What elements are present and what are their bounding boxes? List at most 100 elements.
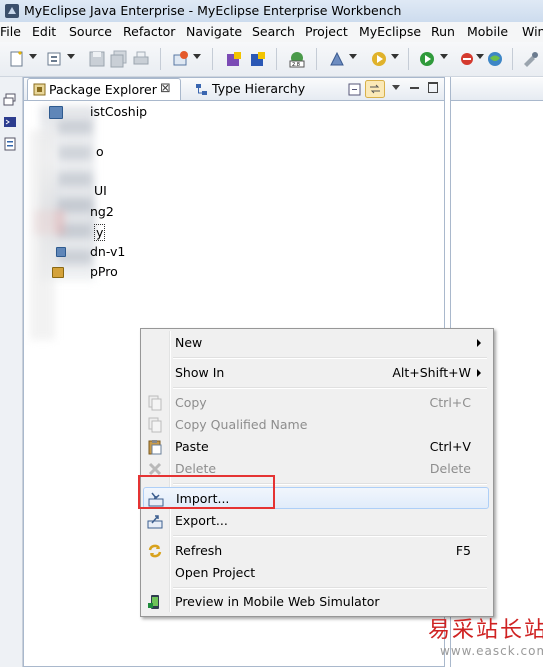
server-2-8-icon[interactable]: 2.8 bbox=[288, 50, 306, 68]
paste-icon bbox=[148, 440, 162, 455]
myeclipse-app-icon[interactable] bbox=[5, 4, 19, 18]
new-wizard-icon[interactable] bbox=[46, 50, 64, 68]
menu-item-accelerator: Ctrl+C bbox=[429, 395, 471, 410]
view-menu-arrow[interactable] bbox=[392, 85, 400, 90]
menu-item-label: Delete bbox=[175, 461, 217, 476]
menu-file[interactable]: File bbox=[0, 24, 21, 39]
menu-item-export[interactable]: Export... bbox=[143, 510, 489, 532]
project-folder-icon bbox=[52, 267, 64, 278]
menu-item-show-in[interactable]: Show In Alt+Shift+W bbox=[143, 362, 489, 384]
open-resource-icon[interactable] bbox=[249, 50, 267, 68]
tree-item[interactable]: ng2 bbox=[90, 204, 114, 219]
watermark: 易采站长站 www.easck.com bbox=[428, 612, 543, 658]
menu-item-copy[interactable]: Copy Ctrl+C bbox=[143, 392, 489, 414]
copy-icon bbox=[148, 395, 162, 411]
toolbar-separator bbox=[316, 48, 317, 70]
deploy-icon[interactable] bbox=[328, 50, 346, 68]
menu-item-refresh[interactable]: Refresh F5 bbox=[143, 540, 489, 562]
minimize-icon[interactable] bbox=[410, 87, 419, 89]
close-tab-icon[interactable]: ⊠ bbox=[160, 81, 171, 96]
menu-separator bbox=[173, 387, 487, 389]
tree-item[interactable]: istCoship bbox=[90, 104, 147, 119]
run-server-icon[interactable] bbox=[370, 50, 388, 68]
tree-item[interactable]: UI bbox=[94, 183, 107, 198]
blurred-region bbox=[30, 130, 55, 340]
console-icon[interactable] bbox=[3, 115, 17, 129]
debug-dropdown-arrow[interactable] bbox=[476, 54, 484, 59]
menu-item-label: Preview in Mobile Web Simulator bbox=[175, 594, 380, 609]
toolbar-separator bbox=[212, 48, 213, 70]
run-icon[interactable] bbox=[418, 50, 436, 68]
menu-item-label: Refresh bbox=[175, 543, 223, 558]
new-icon[interactable] bbox=[8, 50, 26, 68]
new-dropdown-arrow[interactable] bbox=[29, 54, 37, 59]
menu-item-open-project[interactable]: Open Project bbox=[143, 562, 489, 584]
context-menu: New Show In Alt+Shift+W Copy Ctrl+C Copy… bbox=[140, 328, 494, 617]
menu-item-label: Show In bbox=[175, 365, 225, 380]
watermark-url: www.easck.com bbox=[440, 644, 543, 658]
submenu-arrow-icon bbox=[477, 339, 481, 347]
restore-icon[interactable] bbox=[3, 93, 17, 107]
menu-source[interactable]: Source bbox=[69, 24, 112, 39]
menu-refactor[interactable]: Refactor bbox=[123, 24, 175, 39]
export-icon bbox=[147, 515, 163, 529]
menu-run[interactable]: Run bbox=[431, 24, 455, 39]
link-with-editor-icon[interactable] bbox=[365, 80, 385, 98]
tree-item[interactable]: dn-v1 bbox=[90, 244, 125, 259]
annotation-highlight-box bbox=[138, 475, 275, 509]
tree-item-selected[interactable]: y bbox=[94, 224, 106, 241]
menu-myeclipse[interactable]: MyEclipse bbox=[359, 24, 421, 39]
debug-icon[interactable] bbox=[458, 50, 476, 68]
menu-separator bbox=[173, 535, 487, 537]
toolbar: 2.8 bbox=[0, 42, 543, 77]
collapse-all-icon[interactable] bbox=[348, 83, 361, 96]
editor-area-header bbox=[451, 78, 543, 101]
save-icon[interactable] bbox=[88, 50, 106, 68]
menu-item-paste[interactable]: Paste Ctrl+V bbox=[143, 436, 489, 458]
outline-icon[interactable] bbox=[3, 137, 17, 151]
external-tools-icon[interactable] bbox=[522, 50, 540, 68]
tree-item[interactable]: pPro bbox=[90, 264, 118, 279]
menu-mobile[interactable]: Mobile bbox=[467, 24, 508, 39]
project-folder-icon bbox=[56, 247, 66, 257]
menu-navigate[interactable]: Navigate bbox=[186, 24, 242, 39]
copy-qualified-name-icon bbox=[148, 417, 162, 433]
toolbar-separator bbox=[408, 48, 409, 70]
print-icon[interactable] bbox=[132, 50, 150, 68]
new-wizard-dropdown-arrow[interactable] bbox=[67, 54, 75, 59]
new-java-project-icon[interactable] bbox=[172, 50, 190, 68]
menu-item-label: Export... bbox=[175, 513, 228, 528]
deploy-dropdown-arrow[interactable] bbox=[349, 54, 357, 59]
menu-project[interactable]: Project bbox=[305, 24, 348, 39]
toolbar-separator bbox=[160, 48, 161, 70]
svg-text:2.8: 2.8 bbox=[292, 62, 300, 68]
title-bar: MyEclipse Java Enterprise - MyEclipse En… bbox=[0, 0, 543, 22]
menu-item-copy-qualified-name[interactable]: Copy Qualified Name bbox=[143, 414, 489, 436]
tab-type-hierarchy[interactable]: Type Hierarchy bbox=[191, 78, 331, 100]
submenu-arrow-icon bbox=[477, 369, 481, 377]
menu-item-new[interactable]: New bbox=[143, 332, 489, 354]
menu-item-label: New bbox=[175, 335, 203, 350]
type-hierarchy-icon bbox=[196, 84, 207, 95]
package-explorer-icon bbox=[33, 83, 46, 96]
tab-label: Type Hierarchy bbox=[212, 81, 306, 96]
open-type-icon[interactable] bbox=[225, 50, 243, 68]
menu-bar: File Edit Source Refactor Navigate Searc… bbox=[0, 22, 543, 42]
tree-item[interactable]: o bbox=[96, 144, 104, 159]
menu-item-accelerator: Delete bbox=[429, 461, 471, 476]
menu-item-accelerator: F5 bbox=[455, 543, 471, 558]
view-tab-bar: Package Explorer ⊠ Type Hierarchy bbox=[24, 78, 444, 101]
new-java-project-dropdown-arrow[interactable] bbox=[193, 54, 201, 59]
save-all-icon[interactable] bbox=[110, 50, 128, 68]
web-browser-icon[interactable] bbox=[486, 50, 504, 68]
window-title: MyEclipse Java Enterprise - MyEclipse En… bbox=[24, 3, 402, 18]
tab-package-explorer[interactable]: Package Explorer ⊠ bbox=[27, 78, 181, 100]
run-dropdown-arrow[interactable] bbox=[440, 54, 448, 59]
menu-edit[interactable]: Edit bbox=[32, 24, 56, 39]
menu-separator bbox=[173, 357, 487, 359]
maximize-icon[interactable] bbox=[428, 82, 438, 93]
menu-window[interactable]: Win bbox=[522, 24, 543, 39]
menu-item-preview-mobile-web-simulator[interactable]: Preview in Mobile Web Simulator bbox=[143, 591, 489, 613]
run-server-dropdown-arrow[interactable] bbox=[391, 54, 399, 59]
menu-search[interactable]: Search bbox=[252, 24, 295, 39]
